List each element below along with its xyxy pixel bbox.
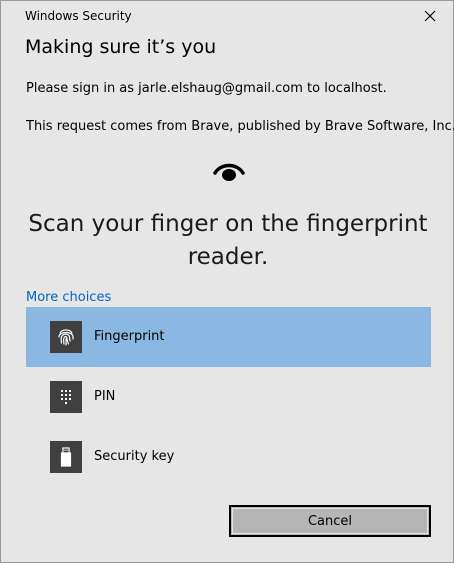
choice-label: Fingerprint bbox=[94, 329, 165, 344]
title-bar: Windows Security bbox=[1, 1, 453, 31]
choice-label: Security key bbox=[94, 449, 175, 464]
security-key-icon-tile bbox=[50, 441, 82, 473]
pin-icon-tile bbox=[50, 381, 82, 413]
choice-label: PIN bbox=[94, 389, 116, 404]
choice-fingerprint[interactable]: Fingerprint bbox=[26, 307, 431, 367]
close-button[interactable] bbox=[415, 4, 445, 28]
window-title: Windows Security bbox=[25, 9, 132, 23]
scan-instruction: Scan your finger on the fingerprint read… bbox=[28, 211, 428, 270]
security-key-icon bbox=[60, 447, 72, 467]
more-choices-link[interactable]: More choices bbox=[26, 290, 111, 305]
fingerprint-icon-tile bbox=[50, 321, 82, 353]
request-origin-text: This request comes from Brave, published… bbox=[26, 119, 454, 134]
cancel-button[interactable]: Cancel bbox=[229, 505, 431, 537]
sign-in-text: Please sign in as jarle.elshaug@gmail.co… bbox=[26, 81, 387, 96]
close-icon bbox=[424, 10, 436, 22]
choice-pin[interactable]: PIN bbox=[26, 367, 431, 427]
fingerprint-icon bbox=[58, 329, 74, 346]
dialog-heading: Making sure it’s you bbox=[25, 36, 217, 58]
choice-security-key[interactable]: Security key bbox=[26, 427, 431, 487]
pin-keypad-icon bbox=[61, 390, 71, 404]
windows-security-dialog: Windows Security Making sure it’s you Pl… bbox=[0, 0, 454, 563]
eye-icon bbox=[213, 163, 245, 181]
